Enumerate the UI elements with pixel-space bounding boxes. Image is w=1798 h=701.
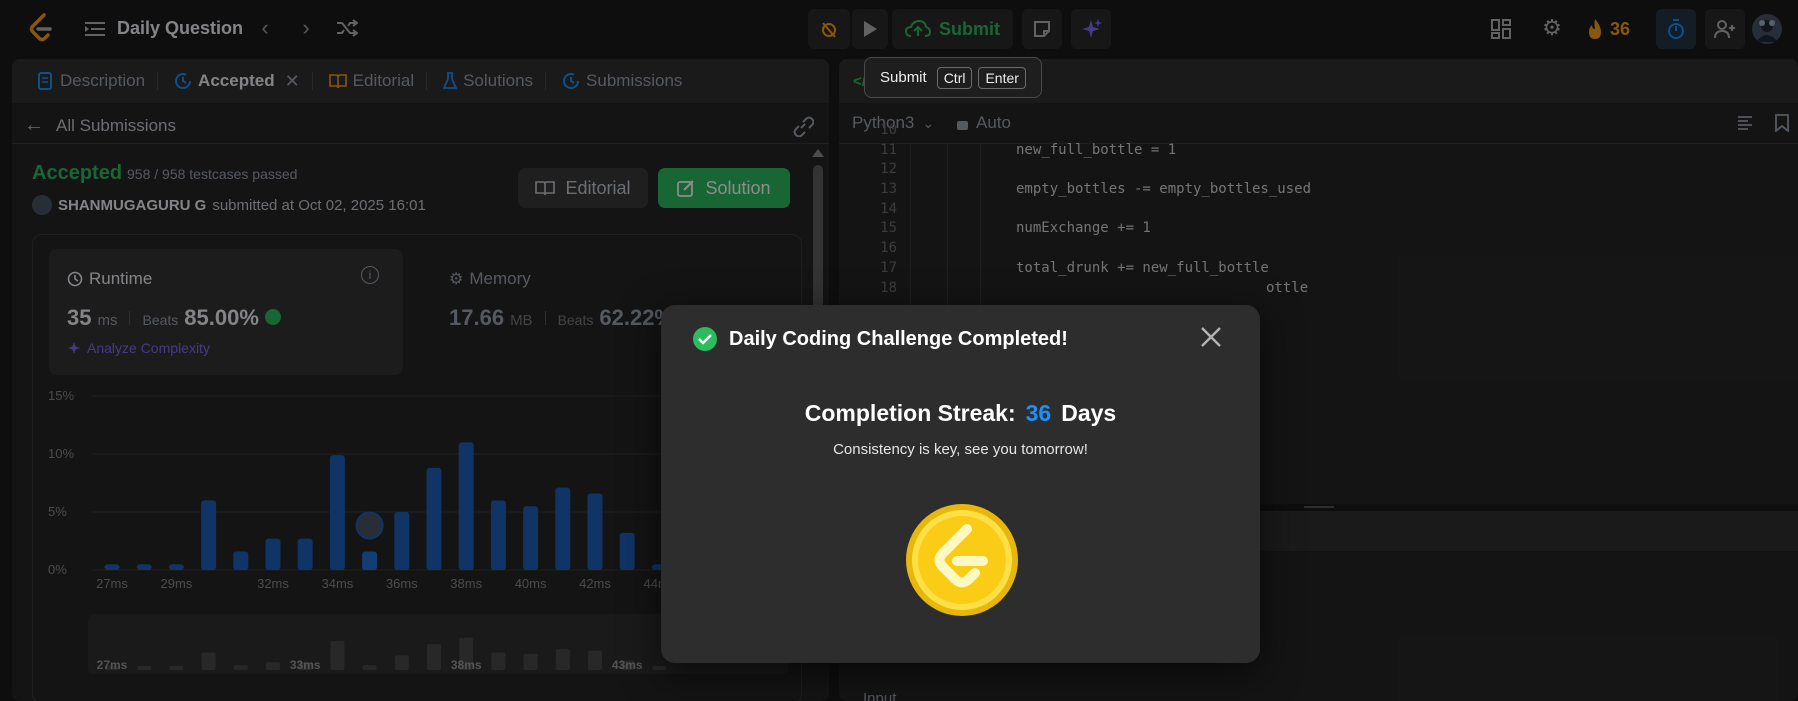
leetcode-coin-icon [905, 503, 1019, 617]
check-circle-icon [693, 327, 717, 351]
modal-title: Daily Coding Challenge Completed! [729, 327, 1068, 350]
streak-unit: Days [1061, 400, 1117, 426]
submit-tooltip: Submit Ctrl Enter [864, 57, 1042, 98]
streak-label: Completion Streak: [804, 400, 1016, 426]
tooltip-key-ctrl: Ctrl [936, 66, 973, 89]
streak-value: 36 [1025, 400, 1052, 426]
daily-challenge-modal: Daily Coding Challenge Completed! Comple… [661, 305, 1260, 663]
modal-header: Daily Coding Challenge Completed! [693, 327, 1068, 351]
modal-message: Consistency is key, see you tomorrow! [833, 441, 1088, 458]
tooltip-key-enter: Enter [978, 66, 1026, 89]
close-icon[interactable] [1199, 325, 1225, 351]
tooltip-label: Submit [880, 69, 927, 86]
streak-line: Completion Streak: 36 Days [661, 400, 1260, 427]
